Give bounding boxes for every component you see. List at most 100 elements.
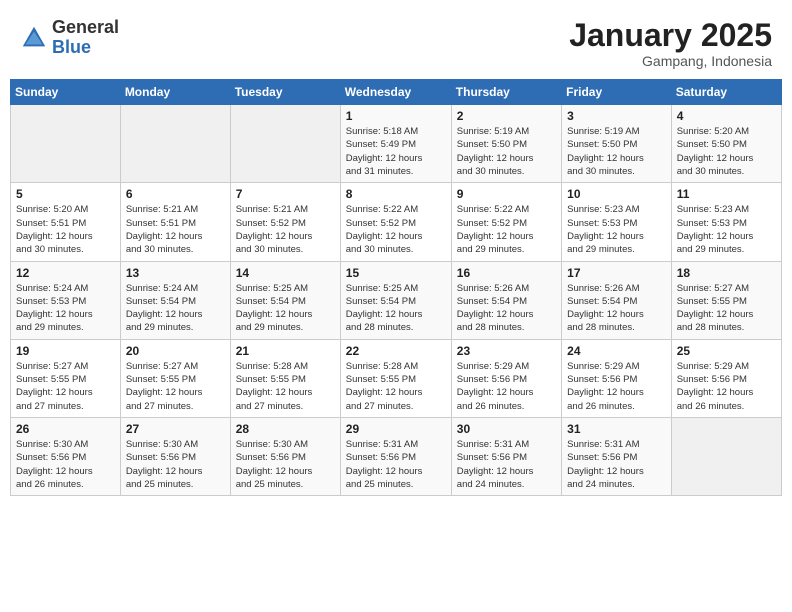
day-number: 12 (16, 266, 115, 280)
calendar-cell: 8 Sunrise: 5:22 AMSunset: 5:52 PMDaylight… (340, 183, 451, 261)
title-section: January 2025 Gampang, Indonesia (569, 18, 772, 69)
day-info: Sunrise: 5:26 AMSunset: 5:54 PMDaylight:… (457, 282, 556, 335)
day-number: 23 (457, 344, 556, 358)
calendar-cell: 24 Sunrise: 5:29 AMSunset: 5:56 PMDayligh… (562, 339, 672, 417)
calendar-cell: 27Sunrise: 5:30 AMSunset: 5:56 PMDayligh… (120, 417, 230, 495)
calendar-cell: 14 Sunrise: 5:25 AMSunset: 5:54 PMDayligh… (230, 261, 340, 339)
day-info: Sunrise: 5:20 AMSunset: 5:50 PMDaylight:… (677, 125, 776, 178)
day-number: 31 (567, 422, 666, 436)
day-number: 28 (236, 422, 335, 436)
day-info: Sunrise: 5:30 AMSunset: 5:56 PMDaylight:… (236, 438, 335, 491)
day-info: Sunrise: 5:25 AMSunset: 5:54 PMDaylight:… (236, 282, 335, 335)
day-info: Sunrise: 5:29 AMSunset: 5:56 PMDaylight:… (457, 360, 556, 413)
calendar-cell: 26 Sunrise: 5:30 AMSunset: 5:56 PMDayligh… (11, 417, 121, 495)
calendar-cell: 3 Sunrise: 5:19 AMSunset: 5:50 PMDaylight… (562, 105, 672, 183)
day-info: Sunrise: 5:27 AMSunset: 5:55 PMDaylight:… (16, 360, 115, 413)
calendar-cell: 10 Sunrise: 5:23 AMSunset: 5:53 PMDayligh… (562, 183, 672, 261)
calendar-cell: 15 Sunrise: 5:25 AMSunset: 5:54 PMDayligh… (340, 261, 451, 339)
day-number: 21 (236, 344, 335, 358)
day-info: Sunrise: 5:21 AMSunset: 5:51 PMDaylight:… (126, 203, 225, 256)
day-info: Sunrise: 5:19 AMSunset: 5:50 PMDaylight:… (567, 125, 666, 178)
day-info: Sunrise: 5:19 AMSunset: 5:50 PMDaylight:… (457, 125, 556, 178)
day-number: 9 (457, 187, 556, 201)
day-number: 10 (567, 187, 666, 201)
location-subtitle: Gampang, Indonesia (569, 53, 772, 69)
logo: General Blue (20, 18, 119, 58)
day-number: 15 (346, 266, 446, 280)
day-info: Sunrise: 5:23 AMSunset: 5:53 PMDaylight:… (567, 203, 666, 256)
calendar-cell: 7Sunrise: 5:21 AMSunset: 5:52 PMDaylight… (230, 183, 340, 261)
day-info: Sunrise: 5:26 AMSunset: 5:54 PMDaylight:… (567, 282, 666, 335)
day-number: 11 (677, 187, 776, 201)
day-number: 2 (457, 109, 556, 123)
calendar-cell: 30 Sunrise: 5:31 AMSunset: 5:56 PMDayligh… (451, 417, 561, 495)
day-info: Sunrise: 5:29 AMSunset: 5:56 PMDaylight:… (677, 360, 776, 413)
day-number: 14 (236, 266, 335, 280)
calendar-table: SundayMondayTuesdayWednesdayThursdayFrid… (10, 79, 782, 496)
weekday-header-monday: Monday (120, 80, 230, 105)
calendar-cell: 1Sunrise: 5:18 AMSunset: 5:49 PMDaylight… (340, 105, 451, 183)
day-info: Sunrise: 5:28 AMSunset: 5:55 PMDaylight:… (346, 360, 446, 413)
calendar-cell: 21Sunrise: 5:28 AMSunset: 5:55 PMDayligh… (230, 339, 340, 417)
calendar-cell (11, 105, 121, 183)
calendar-cell: 6 Sunrise: 5:21 AMSunset: 5:51 PMDaylight… (120, 183, 230, 261)
calendar-cell: 9Sunrise: 5:22 AMSunset: 5:52 PMDaylight… (451, 183, 561, 261)
day-number: 3 (567, 109, 666, 123)
day-number: 7 (236, 187, 335, 201)
calendar-cell: 29Sunrise: 5:31 AMSunset: 5:56 PMDayligh… (340, 417, 451, 495)
day-info: Sunrise: 5:25 AMSunset: 5:54 PMDaylight:… (346, 282, 446, 335)
logo-general-text: General (52, 18, 119, 38)
day-number: 5 (16, 187, 115, 201)
day-info: Sunrise: 5:31 AMSunset: 5:56 PMDaylight:… (567, 438, 666, 491)
weekday-header-saturday: Saturday (671, 80, 781, 105)
day-number: 4 (677, 109, 776, 123)
calendar-cell: 4 Sunrise: 5:20 AMSunset: 5:50 PMDaylight… (671, 105, 781, 183)
day-number: 20 (126, 344, 225, 358)
weekday-header-friday: Friday (562, 80, 672, 105)
day-number: 16 (457, 266, 556, 280)
logo-blue-text: Blue (52, 38, 119, 58)
day-number: 8 (346, 187, 446, 201)
day-info: Sunrise: 5:24 AMSunset: 5:54 PMDaylight:… (126, 282, 225, 335)
calendar-cell: 5 Sunrise: 5:20 AMSunset: 5:51 PMDaylight… (11, 183, 121, 261)
day-info: Sunrise: 5:23 AMSunset: 5:53 PMDaylight:… (677, 203, 776, 256)
day-number: 30 (457, 422, 556, 436)
day-info: Sunrise: 5:27 AMSunset: 5:55 PMDaylight:… (126, 360, 225, 413)
calendar-cell: 25Sunrise: 5:29 AMSunset: 5:56 PMDayligh… (671, 339, 781, 417)
calendar-cell: 18 Sunrise: 5:27 AMSunset: 5:55 PMDayligh… (671, 261, 781, 339)
calendar-cell (230, 105, 340, 183)
calendar-week-row: 26 Sunrise: 5:30 AMSunset: 5:56 PMDayligh… (11, 417, 782, 495)
day-number: 6 (126, 187, 225, 201)
day-info: Sunrise: 5:30 AMSunset: 5:56 PMDaylight:… (16, 438, 115, 491)
calendar-cell: 19Sunrise: 5:27 AMSunset: 5:55 PMDayligh… (11, 339, 121, 417)
calendar-week-row: 5 Sunrise: 5:20 AMSunset: 5:51 PMDaylight… (11, 183, 782, 261)
day-number: 13 (126, 266, 225, 280)
weekday-header-wednesday: Wednesday (340, 80, 451, 105)
day-info: Sunrise: 5:31 AMSunset: 5:56 PMDaylight:… (457, 438, 556, 491)
calendar-cell: 2 Sunrise: 5:19 AMSunset: 5:50 PMDaylight… (451, 105, 561, 183)
weekday-header-row: SundayMondayTuesdayWednesdayThursdayFrid… (11, 80, 782, 105)
weekday-header-tuesday: Tuesday (230, 80, 340, 105)
calendar-cell: 28 Sunrise: 5:30 AMSunset: 5:56 PMDayligh… (230, 417, 340, 495)
calendar-cell: 16 Sunrise: 5:26 AMSunset: 5:54 PMDayligh… (451, 261, 561, 339)
day-info: Sunrise: 5:31 AMSunset: 5:56 PMDaylight:… (346, 438, 446, 491)
month-title: January 2025 (569, 18, 772, 53)
calendar-cell: 22Sunrise: 5:28 AMSunset: 5:55 PMDayligh… (340, 339, 451, 417)
day-info: Sunrise: 5:22 AMSunset: 5:52 PMDaylight:… (346, 203, 446, 256)
day-info: Sunrise: 5:18 AMSunset: 5:49 PMDaylight:… (346, 125, 446, 178)
day-info: Sunrise: 5:20 AMSunset: 5:51 PMDaylight:… (16, 203, 115, 256)
day-number: 24 (567, 344, 666, 358)
calendar-cell: 12Sunrise: 5:24 AMSunset: 5:53 PMDayligh… (11, 261, 121, 339)
day-number: 27 (126, 422, 225, 436)
day-number: 18 (677, 266, 776, 280)
calendar-cell: 13 Sunrise: 5:24 AMSunset: 5:54 PMDayligh… (120, 261, 230, 339)
logo-icon (20, 24, 48, 52)
day-number: 26 (16, 422, 115, 436)
day-info: Sunrise: 5:27 AMSunset: 5:55 PMDaylight:… (677, 282, 776, 335)
calendar-week-row: 12Sunrise: 5:24 AMSunset: 5:53 PMDayligh… (11, 261, 782, 339)
calendar-cell: 17Sunrise: 5:26 AMSunset: 5:54 PMDayligh… (562, 261, 672, 339)
day-info: Sunrise: 5:29 AMSunset: 5:56 PMDaylight:… (567, 360, 666, 413)
calendar-cell (671, 417, 781, 495)
calendar-cell: 11 Sunrise: 5:23 AMSunset: 5:53 PMDayligh… (671, 183, 781, 261)
calendar-cell: 20 Sunrise: 5:27 AMSunset: 5:55 PMDayligh… (120, 339, 230, 417)
